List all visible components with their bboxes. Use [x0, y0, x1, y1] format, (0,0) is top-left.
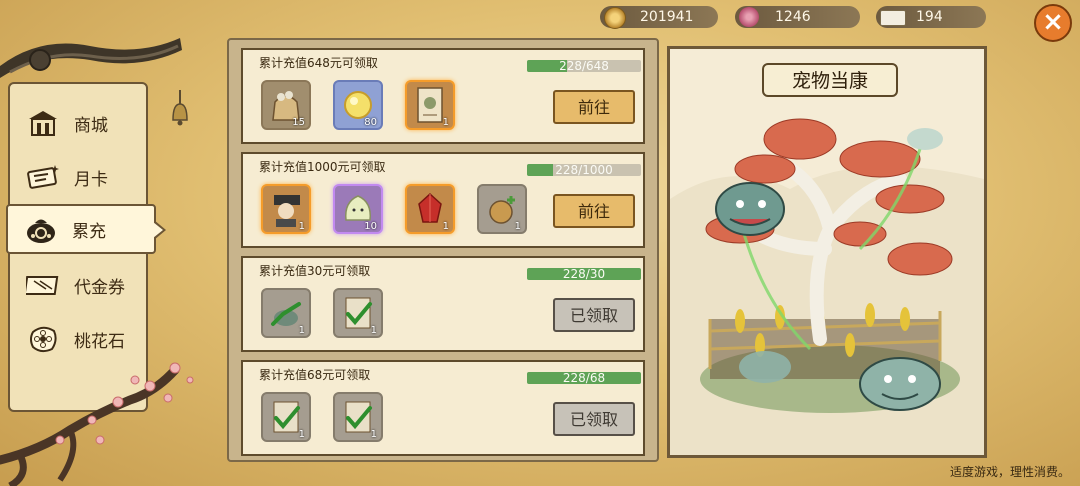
coin-icon: [604, 7, 626, 29]
reward-list: 累计充值648元可领取 228/648 15 80 1 前往 累计充值1000元…: [227, 38, 659, 462]
healthy-gaming-notice: 适度游戏，理性消费。: [949, 465, 1070, 479]
nav-label-cumulative-recharge: 累充: [72, 221, 106, 242]
item-count: 10: [364, 221, 377, 232]
plum-blossom-branch-decoration: [0, 362, 194, 486]
item-count: 15: [292, 117, 305, 128]
go-button[interactable]: 前往: [553, 90, 635, 124]
progress-text: 228/648: [559, 60, 609, 72]
voucher-icon: [26, 270, 60, 300]
close-button[interactable]: ×: [1034, 4, 1072, 42]
progress-bar: 228/68: [527, 372, 641, 384]
progress-text: 228/30: [562, 268, 606, 280]
close-icon: ×: [1042, 7, 1064, 37]
reward-card-648: 累计充值648元可领取 228/648 15 80 1 前往: [241, 48, 645, 144]
progress-text: 228/68: [562, 372, 606, 384]
pet-dangkang-tree-illustration: [670, 118, 984, 455]
reward-item[interactable]: 1: [261, 288, 311, 338]
reward-item[interactable]: 1: [333, 392, 383, 442]
progress-bar: 228/30: [527, 268, 641, 280]
progress-text: 228/1000: [555, 164, 613, 176]
nav-label-monthly-card: 月卡: [74, 169, 108, 190]
tickets-counter[interactable]: 194: [876, 6, 986, 28]
peach-gem-icon: [739, 7, 759, 27]
claimed-button[interactable]: 已领取: [553, 298, 635, 332]
pet-dangkang-creature: [715, 182, 785, 236]
shop-icon: [26, 108, 60, 138]
reward-title: 累计充值1000元可领取: [259, 160, 386, 174]
money-bag-icon: [24, 214, 58, 244]
active-indicator-arrow: [153, 220, 166, 240]
item-count: 1: [298, 325, 305, 336]
item-count: 1: [298, 221, 305, 232]
reward-card-68: 累计充值68元可领取 228/68 1 1 已领取: [241, 360, 645, 456]
gems-counter[interactable]: 1246: [735, 6, 860, 28]
nav-item-cumulative-recharge[interactable]: 累充: [6, 204, 166, 254]
pet-showcase: 宠物当康: [667, 46, 987, 458]
nav-item-monthly-card[interactable]: 月卡: [10, 152, 146, 202]
coins-value: 201941: [640, 9, 694, 25]
gems-value: 1246: [775, 9, 811, 25]
item-count: 80: [364, 117, 377, 128]
nav-label-voucher: 代金券: [74, 277, 125, 298]
reward-title: 累计充值30元可领取: [259, 264, 371, 278]
claimed-button[interactable]: 已领取: [553, 402, 635, 436]
reward-item[interactable]: 80: [333, 80, 383, 130]
reward-card-1000: 累计充值1000元可领取 228/1000 1 10 1 1 前往: [241, 152, 645, 248]
currency-bar: 201941 1246 194: [600, 6, 1020, 30]
pet-name-title: 宠物当康: [762, 63, 898, 97]
item-count: 1: [298, 429, 305, 440]
progress-bar: 228/1000: [527, 164, 641, 176]
progress-bar: 228/648: [527, 60, 641, 72]
voucher-ticket-icon: [880, 10, 906, 26]
nav-item-voucher[interactable]: 代金券: [10, 260, 146, 310]
nav-label-shop: 商城: [74, 115, 108, 136]
item-count: 1: [514, 221, 521, 232]
reward-card-30: 累计充值30元可领取 228/30 1 1 已领取: [241, 256, 645, 352]
reward-item[interactable]: 1: [333, 288, 383, 338]
reward-item[interactable]: 1: [261, 184, 311, 234]
go-button[interactable]: 前往: [553, 194, 635, 228]
item-count: 1: [370, 325, 377, 336]
item-count: 1: [442, 221, 449, 232]
coins-counter[interactable]: 201941: [600, 6, 718, 29]
reward-item[interactable]: 1: [405, 80, 455, 130]
reward-item[interactable]: 10: [333, 184, 383, 234]
reward-item[interactable]: 15: [261, 80, 311, 130]
reward-title: 累计充值648元可领取: [259, 56, 378, 70]
reward-item[interactable]: 1: [477, 184, 527, 234]
tickets-value: 194: [916, 9, 943, 25]
monthly-card-icon: [26, 162, 60, 192]
reward-item[interactable]: 1: [261, 392, 311, 442]
nav-item-shop[interactable]: 商城: [10, 98, 146, 148]
reward-title: 累计充值68元可领取: [259, 368, 371, 382]
reward-item[interactable]: 1: [405, 184, 455, 234]
bell-icon: [172, 90, 188, 126]
item-count: 1: [442, 117, 449, 128]
item-count: 1: [370, 429, 377, 440]
